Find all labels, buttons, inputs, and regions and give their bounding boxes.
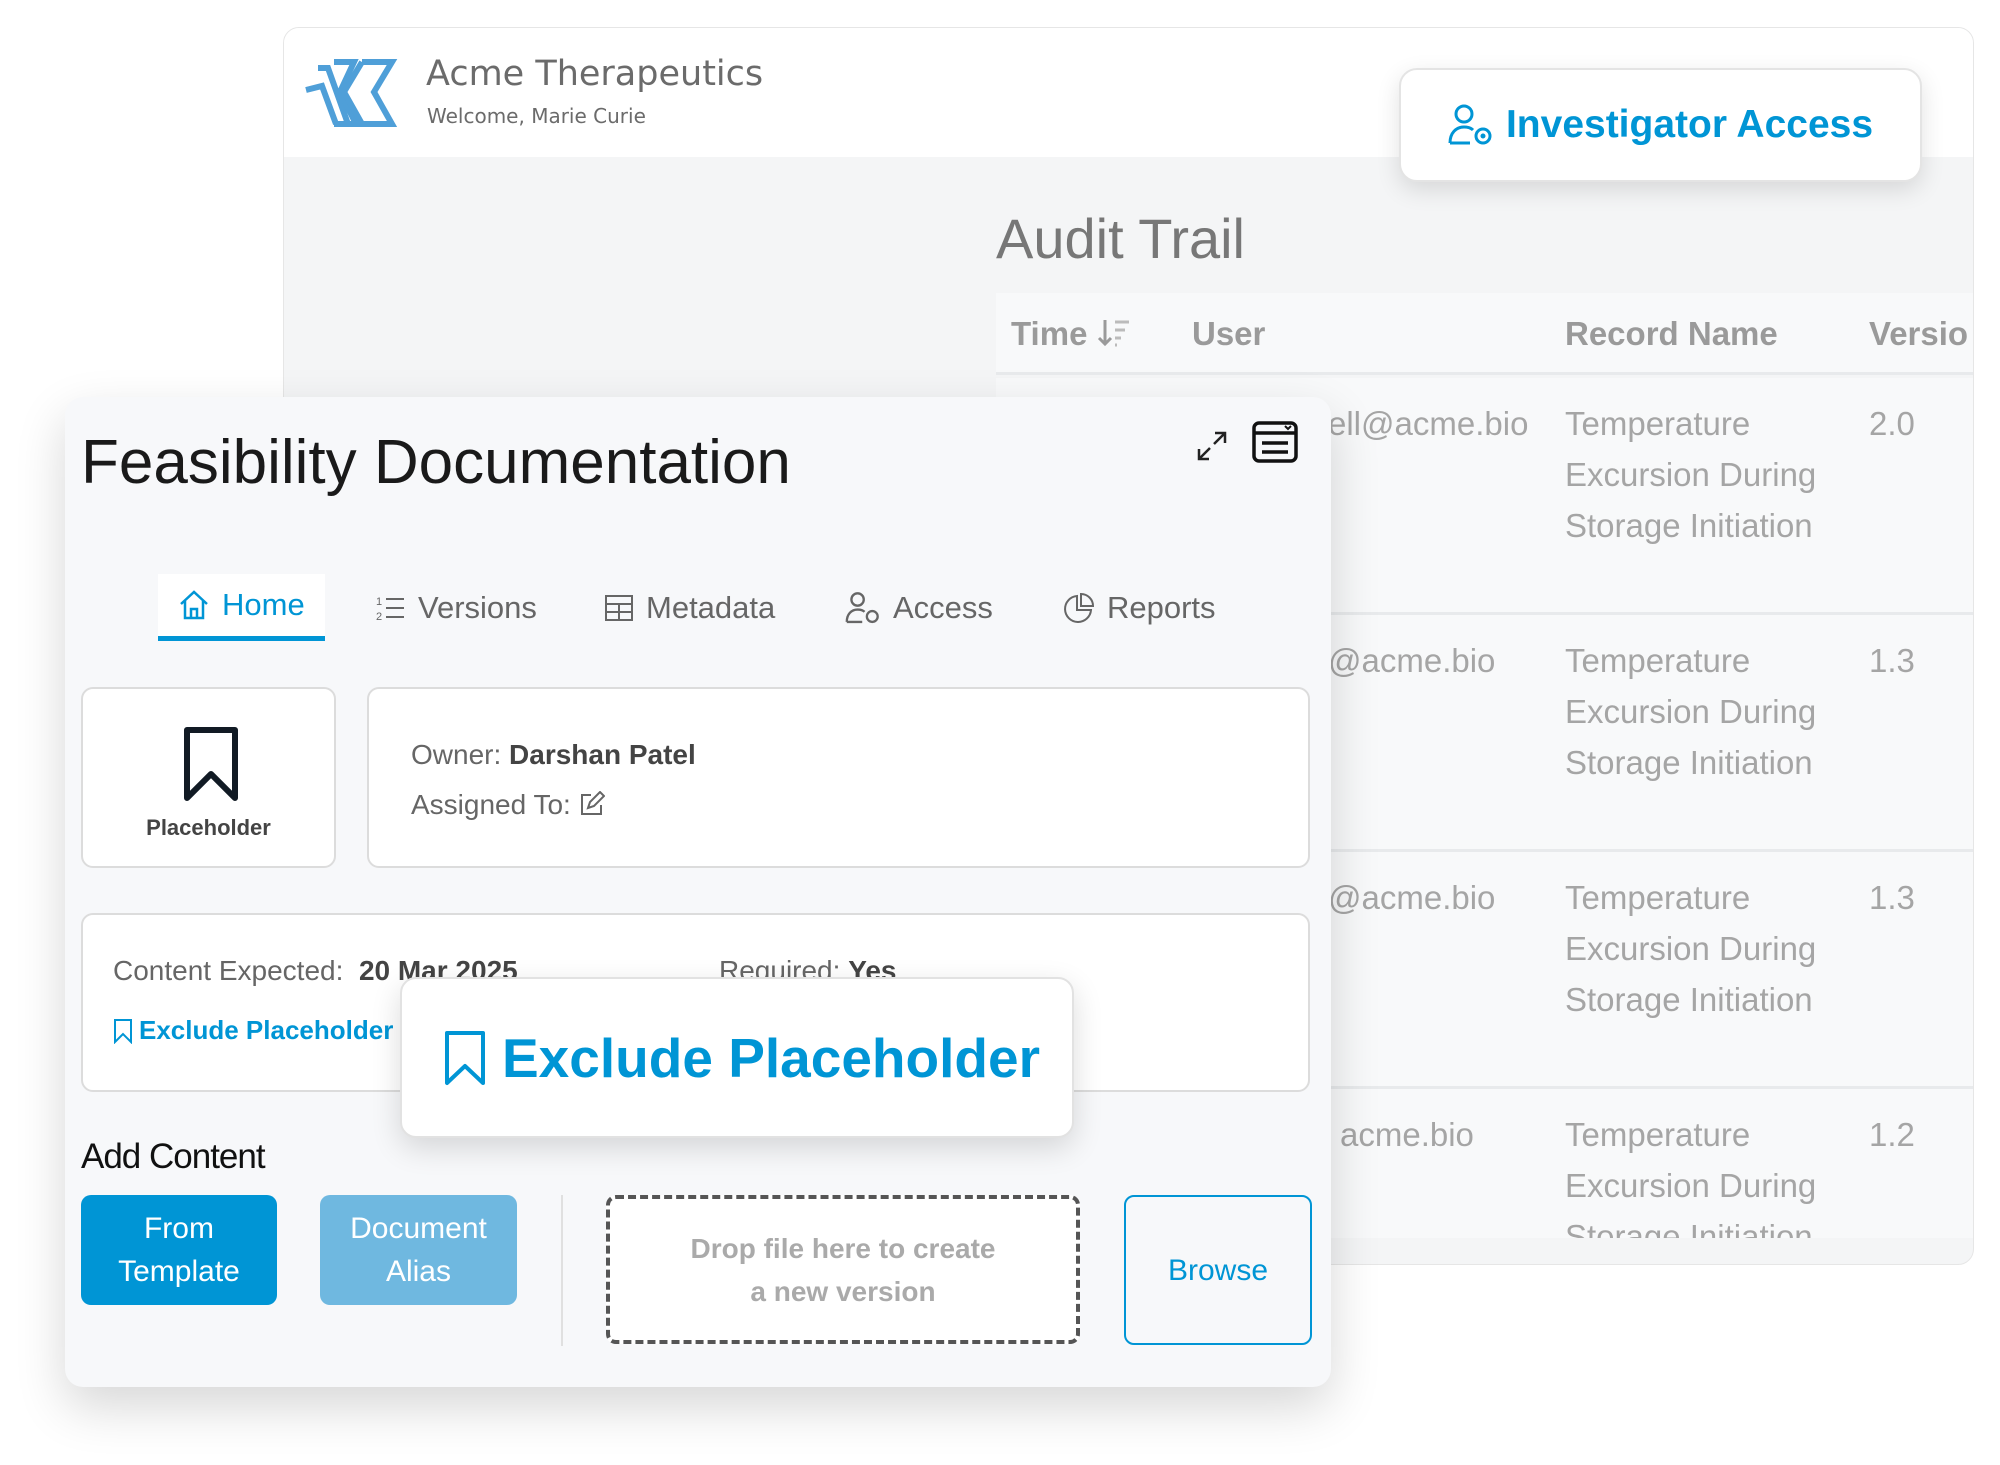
tab-metadata[interactable]: Metadata (604, 574, 775, 641)
version-cell: 2.0 (1869, 405, 1915, 442)
version-cell: 1.2 (1869, 1116, 1915, 1153)
expand-icon[interactable] (1195, 429, 1229, 463)
version-cell: 1.3 (1869, 642, 1915, 679)
exclude-link-label: Exclude Placeholder (139, 1015, 394, 1045)
record-name-cell: Temperature Excursion During Storage Initi… (1565, 1116, 1817, 1238)
home-icon (180, 590, 208, 620)
tab-label: Home (222, 587, 305, 622)
browse-button[interactable]: Browse (1124, 1195, 1312, 1345)
exclude-placeholder-link[interactable]: Exclude Placeholder (113, 1015, 393, 1046)
assigned-to-field: Assigned To: (411, 789, 606, 821)
bookmark-icon (445, 1030, 485, 1085)
svg-text:2: 2 (376, 611, 382, 622)
document-title: Feasibility Documentation (81, 428, 791, 497)
user-gear-icon (845, 591, 879, 623)
tab-label: Reports (1107, 589, 1216, 625)
from-template-button[interactable]: From Template (81, 1195, 277, 1305)
user-cell: @acme.bio (1328, 642, 1496, 679)
tab-reports[interactable]: Reports (1063, 574, 1216, 641)
owner-card: Owner: Darshan Patel Assigned To: (367, 687, 1310, 868)
tab-label: Access (893, 589, 993, 625)
add-content-heading: Add Content (81, 1137, 266, 1176)
record-name-cell: Temperature Excursion During Storage Initi… (1565, 405, 1817, 544)
placeholder-label: Placeholder (146, 815, 271, 840)
record-name-cell: Temperature Excursion During Storage Initi… (1565, 879, 1817, 1018)
user-cell: acme.bio (1340, 1116, 1474, 1153)
svg-text:1: 1 (376, 596, 382, 608)
user-cell: ell@acme.bio (1328, 405, 1529, 442)
divider (561, 1195, 563, 1346)
record-name-cell: Temperature Excursion During Storage Initi… (1565, 642, 1817, 781)
placeholder-card: Placeholder (81, 687, 336, 868)
investigator-access-label: Investigator Access (1505, 103, 1874, 146)
tab-home[interactable]: Home (158, 574, 325, 641)
pie-chart-icon (1064, 592, 1095, 623)
tab-access[interactable]: Access (845, 574, 993, 641)
table-icon (605, 594, 633, 621)
user-cell: @acme.bio (1328, 879, 1496, 916)
exclude-placeholder-tooltip[interactable]: Exclude Placeholder (400, 977, 1074, 1138)
document-panel: Feasibility Documentation Home 12 Versio… (65, 397, 1331, 1387)
bookmark-icon (114, 1018, 132, 1044)
bookmark-icon (184, 727, 238, 801)
panel-menu-icon[interactable] (1252, 421, 1298, 463)
numbered-list-icon: 12 (376, 596, 404, 622)
tab-versions[interactable]: 12 Versions (376, 574, 537, 641)
user-gear-icon (1448, 104, 1492, 145)
owner-field: Owner: Darshan Patel (411, 739, 696, 770)
document-alias-button[interactable]: Document Alias (320, 1195, 517, 1305)
investigator-access-button[interactable]: Investigator Access (1399, 68, 1922, 182)
exclude-popup-label: Exclude Placeholder (502, 1026, 1040, 1089)
file-drop-zone[interactable]: Drop file here to create a new version (606, 1195, 1080, 1344)
tab-label: Metadata (646, 589, 776, 625)
version-cell: 1.3 (1869, 879, 1915, 916)
edit-icon[interactable] (579, 790, 606, 817)
tab-label: Versions (418, 589, 537, 625)
